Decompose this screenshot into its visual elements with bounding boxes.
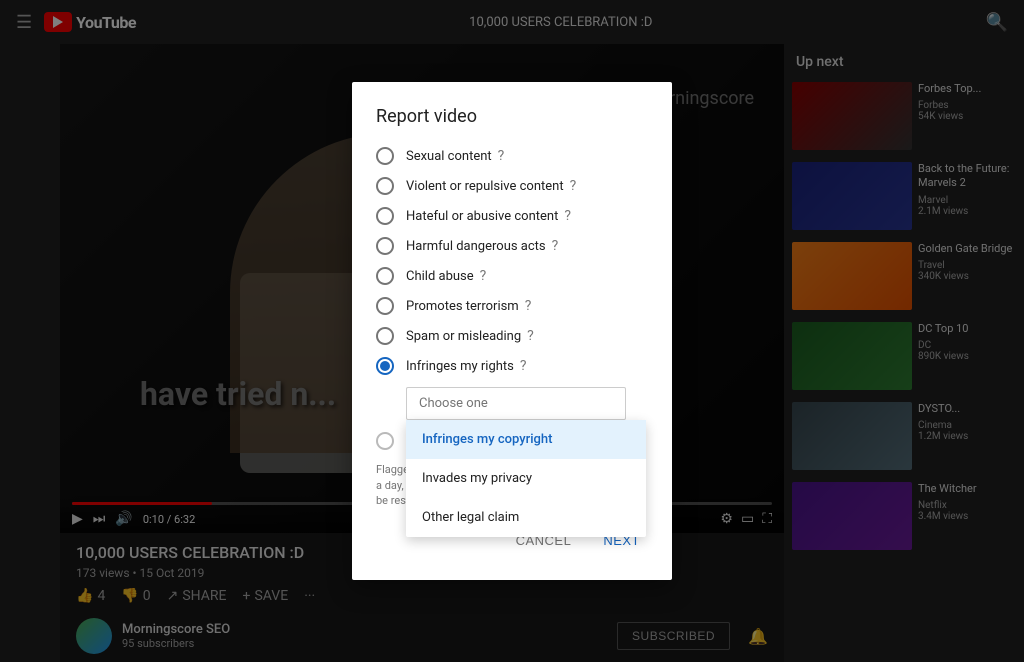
help-icon[interactable]: ?: [564, 208, 571, 224]
help-icon[interactable]: ?: [520, 358, 527, 374]
report-option-child[interactable]: Child abuse ?: [376, 267, 648, 285]
radio-sexual[interactable]: [376, 147, 394, 165]
dropdown-menu: Infringes my copyright Invades my privac…: [406, 420, 646, 537]
radio-child[interactable]: [376, 267, 394, 285]
help-icon[interactable]: ?: [552, 238, 559, 254]
report-option-rights-label: Infringes my rights ?: [406, 358, 527, 374]
help-icon[interactable]: ?: [527, 328, 534, 344]
report-option-terrorism-label: Promotes terrorism ?: [406, 298, 531, 314]
report-option-hateful[interactable]: Hateful or abusive content ?: [376, 207, 648, 225]
dropdown-trigger[interactable]: Choose one: [406, 387, 626, 420]
dropdown-item-copyright[interactable]: Infringes my copyright: [406, 420, 646, 459]
radio-extra[interactable]: [376, 432, 394, 450]
radio-terrorism[interactable]: [376, 297, 394, 315]
report-option-rights[interactable]: Infringes my rights ?: [376, 357, 648, 375]
radio-spam[interactable]: [376, 327, 394, 345]
report-option-sexual[interactable]: Sexual content ?: [376, 147, 648, 165]
report-option-sexual-label: Sexual content ?: [406, 148, 504, 164]
report-dialog: Report video Sexual content ? Violent or…: [352, 82, 672, 579]
dropdown-item-privacy[interactable]: Invades my privacy: [406, 459, 646, 498]
report-option-hateful-label: Hateful or abusive content ?: [406, 208, 571, 224]
help-icon[interactable]: ?: [525, 298, 532, 314]
report-option-harmful[interactable]: Harmful dangerous acts ?: [376, 237, 648, 255]
report-option-child-label: Child abuse ?: [406, 268, 486, 284]
radio-rights[interactable]: [376, 357, 394, 375]
report-option-violent-label: Violent or repulsive content ?: [406, 178, 576, 194]
dropdown-wrapper: Choose one Infringes my copyright Invade…: [406, 387, 648, 420]
modal-overlay[interactable]: Report video Sexual content ? Violent or…: [0, 0, 1024, 662]
radio-violent[interactable]: [376, 177, 394, 195]
help-icon[interactable]: ?: [498, 148, 505, 164]
report-option-harmful-label: Harmful dangerous acts ?: [406, 238, 558, 254]
report-option-terrorism[interactable]: Promotes terrorism ?: [376, 297, 648, 315]
radio-harmful[interactable]: [376, 237, 394, 255]
radio-hateful[interactable]: [376, 207, 394, 225]
report-option-violent[interactable]: Violent or repulsive content ?: [376, 177, 648, 195]
dropdown-item-legal[interactable]: Other legal claim: [406, 498, 646, 537]
help-icon[interactable]: ?: [480, 268, 487, 284]
help-icon[interactable]: ?: [570, 178, 577, 194]
report-option-spam-label: Spam or misleading ?: [406, 328, 534, 344]
report-dialog-title: Report video: [376, 106, 648, 127]
report-option-spam[interactable]: Spam or misleading ?: [376, 327, 648, 345]
